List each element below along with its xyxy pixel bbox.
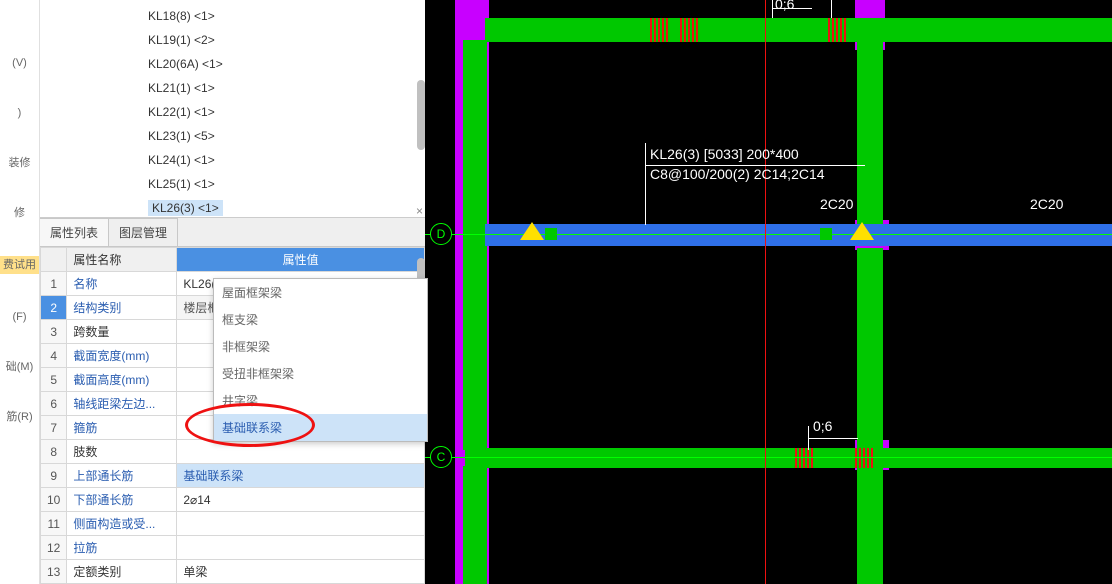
dropdown-option[interactable]: 井字梁 <box>214 387 427 414</box>
tree-list: KL18(8) <1> KL19(1) <2> KL20(6A) <1> KL2… <box>40 0 425 218</box>
tree-item[interactable]: KL21(1) <1> <box>40 76 425 100</box>
beam <box>463 40 487 450</box>
table-row[interactable]: 8肢数 <box>41 440 425 464</box>
strip-item[interactable]: 础(M) <box>6 360 34 374</box>
tree-item-selected[interactable]: KL26(3) <1> <box>40 196 425 218</box>
dropdown-option[interactable]: 非框架梁 <box>214 333 427 360</box>
label-06: 0;6 <box>775 0 794 12</box>
beam <box>485 18 1112 42</box>
beam-label-line1: KL26(3) [5033] 200*400 <box>650 146 799 162</box>
beam <box>857 40 883 230</box>
tree-item[interactable]: KL22(1) <1> <box>40 100 425 124</box>
strip-item[interactable]: 装修 <box>9 156 31 170</box>
beam-label-line2: C8@100/200(2) 2C14;2C14 <box>650 166 825 182</box>
label-2c20: 2C20 <box>820 196 853 212</box>
tab-properties[interactable]: 属性列表 <box>40 218 109 246</box>
dropdown-option[interactable]: 受扭非框架梁 <box>214 360 427 387</box>
strip-item[interactable]: (F) <box>12 310 26 324</box>
table-row[interactable]: 10下部通长筋2⌀14 <box>41 488 425 512</box>
strip-item-trial[interactable]: 费试用 <box>0 256 39 274</box>
axis-bubble-d: D <box>430 223 452 245</box>
tree-item[interactable]: KL18(8) <1> <box>40 4 425 28</box>
property-tabs: 属性列表 图层管理 <box>40 218 425 247</box>
crosshair-v <box>765 0 766 584</box>
strip-item[interactable]: ) <box>18 106 22 120</box>
square-marker <box>545 228 557 240</box>
hatch <box>650 18 668 42</box>
header-value: 属性值 <box>177 248 425 272</box>
mid-panel: KL18(8) <1> KL19(1) <2> KL20(6A) <1> KL2… <box>40 0 425 584</box>
table-row[interactable]: 9上部通长筋基础联系梁 <box>41 464 425 488</box>
hatch <box>828 18 846 42</box>
tree-panel: KL18(8) <1> KL19(1) <2> KL20(6A) <1> KL2… <box>40 0 425 218</box>
header-name: 属性名称 <box>67 248 177 272</box>
table-row[interactable]: 12拉筋 <box>41 536 425 560</box>
close-icon[interactable]: × <box>416 204 423 218</box>
dropdown-option[interactable]: 屋面框架梁 <box>214 279 427 306</box>
axis-bubble-c: C <box>430 446 452 468</box>
hatch <box>855 448 873 468</box>
cad-viewport[interactable]: D C 0;6 0;6 0;6 KL26(3) [5033] 200*400 C… <box>425 0 1112 584</box>
leader <box>808 438 858 439</box>
hatch <box>680 18 698 42</box>
leader <box>831 0 832 18</box>
table-row[interactable]: 11侧面构造或受... <box>41 512 425 536</box>
dropdown-option[interactable]: 框支梁 <box>214 306 427 333</box>
strip-item[interactable]: 筋(R) <box>6 410 32 424</box>
left-icon-strip: (V) ) 装修 修 费试用 (F) 础(M) 筋(R) <box>0 0 40 584</box>
beam <box>463 466 487 584</box>
tree-item[interactable]: KL23(1) <5> <box>40 124 425 148</box>
triangle-marker <box>850 222 874 240</box>
tree-item[interactable]: KL24(1) <1> <box>40 148 425 172</box>
strip-item[interactable]: 修 <box>14 206 25 220</box>
dropdown-option-highlighted[interactable]: 基础联系梁 <box>214 414 427 441</box>
tree-scrollbar[interactable] <box>417 80 425 150</box>
beam-selected <box>485 224 1112 246</box>
strip-item[interactable]: (V) <box>12 56 27 70</box>
label-2c20: 2C20 <box>1030 196 1063 212</box>
tree-item[interactable]: KL19(1) <2> <box>40 28 425 52</box>
structure-type-dropdown: 屋面框架梁 框支梁 非框架梁 受扭非框架梁 井字梁 基础联系梁 <box>213 278 428 442</box>
triangle-marker <box>520 222 544 240</box>
beam <box>857 468 883 584</box>
label-06: 0;6 <box>813 418 832 434</box>
table-row[interactable]: 13定额类别单梁 <box>41 560 425 584</box>
property-panel: × 属性列表 图层管理 属性名称 属性值 1名称KL26(3) 2结构类别楼层框… <box>40 218 425 584</box>
leader <box>772 0 773 18</box>
hatch <box>795 448 813 468</box>
header-blank <box>41 248 67 272</box>
tab-layers[interactable]: 图层管理 <box>109 218 178 246</box>
square-marker <box>820 228 832 240</box>
tree-item[interactable]: KL20(6A) <1> <box>40 52 425 76</box>
beam <box>857 248 883 448</box>
beam <box>465 448 1112 468</box>
tree-item[interactable]: KL25(1) <1> <box>40 172 425 196</box>
leader <box>645 143 646 225</box>
axis-line-c <box>425 457 1112 458</box>
